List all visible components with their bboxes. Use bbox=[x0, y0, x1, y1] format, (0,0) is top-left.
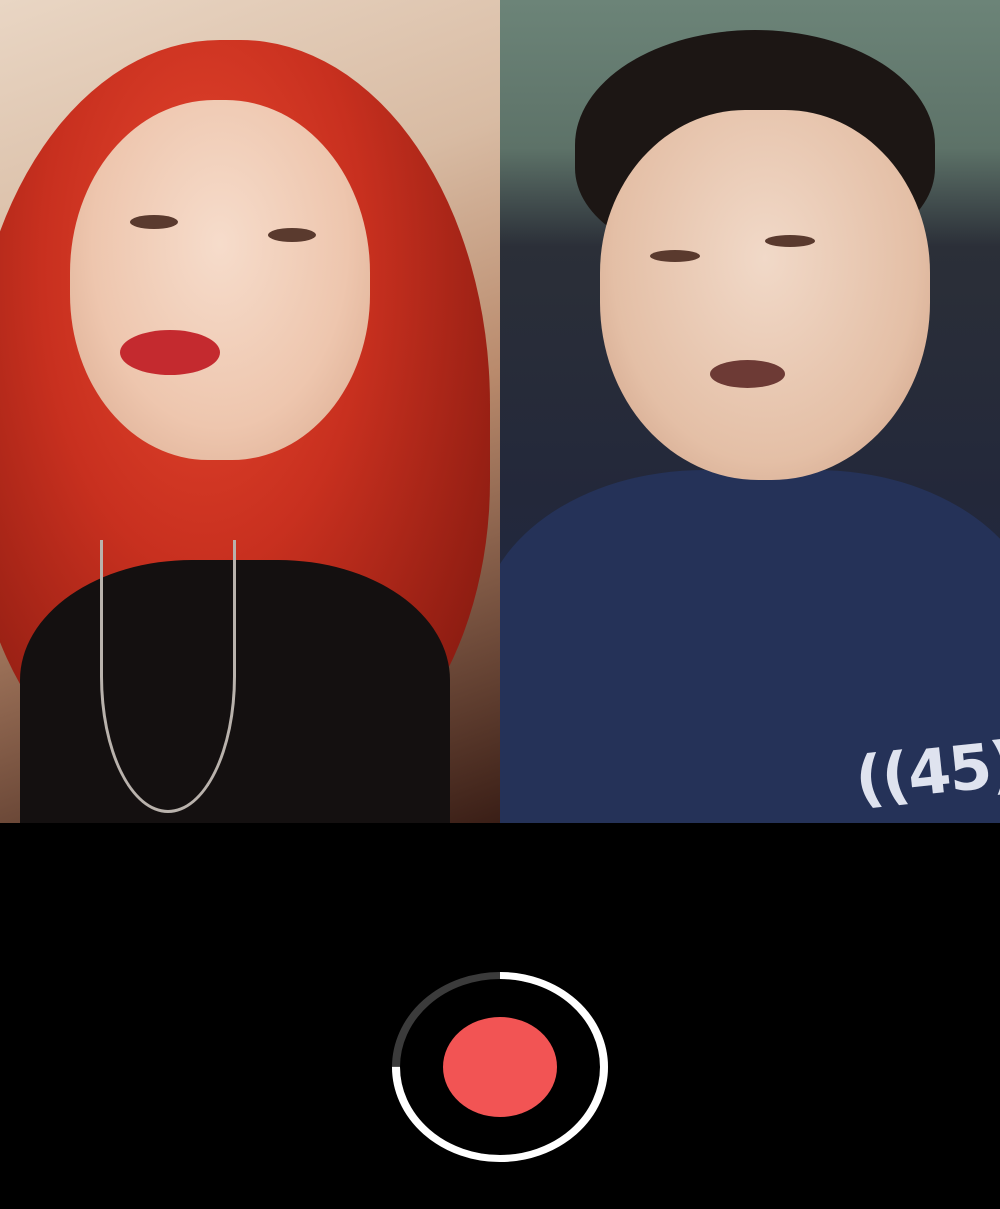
face-right bbox=[600, 110, 930, 480]
split-screen-video: ((45) bbox=[0, 0, 1000, 823]
eye-left-1 bbox=[130, 215, 178, 229]
record-button[interactable] bbox=[385, 967, 615, 1167]
record-icon bbox=[392, 971, 608, 1163]
face-left bbox=[70, 100, 370, 460]
control-bar bbox=[0, 823, 1000, 1209]
mouth-right bbox=[710, 360, 785, 388]
video-feed-right: ((45) bbox=[500, 0, 1000, 823]
lips-left bbox=[120, 330, 220, 375]
video-feed-left bbox=[0, 0, 500, 823]
necklace bbox=[100, 540, 236, 813]
eye-right-1 bbox=[650, 250, 700, 262]
eye-right-2 bbox=[765, 235, 815, 247]
record-dot bbox=[443, 1017, 557, 1117]
eye-left-2 bbox=[268, 228, 316, 242]
shirt-print-text: ((45) bbox=[851, 726, 1000, 817]
